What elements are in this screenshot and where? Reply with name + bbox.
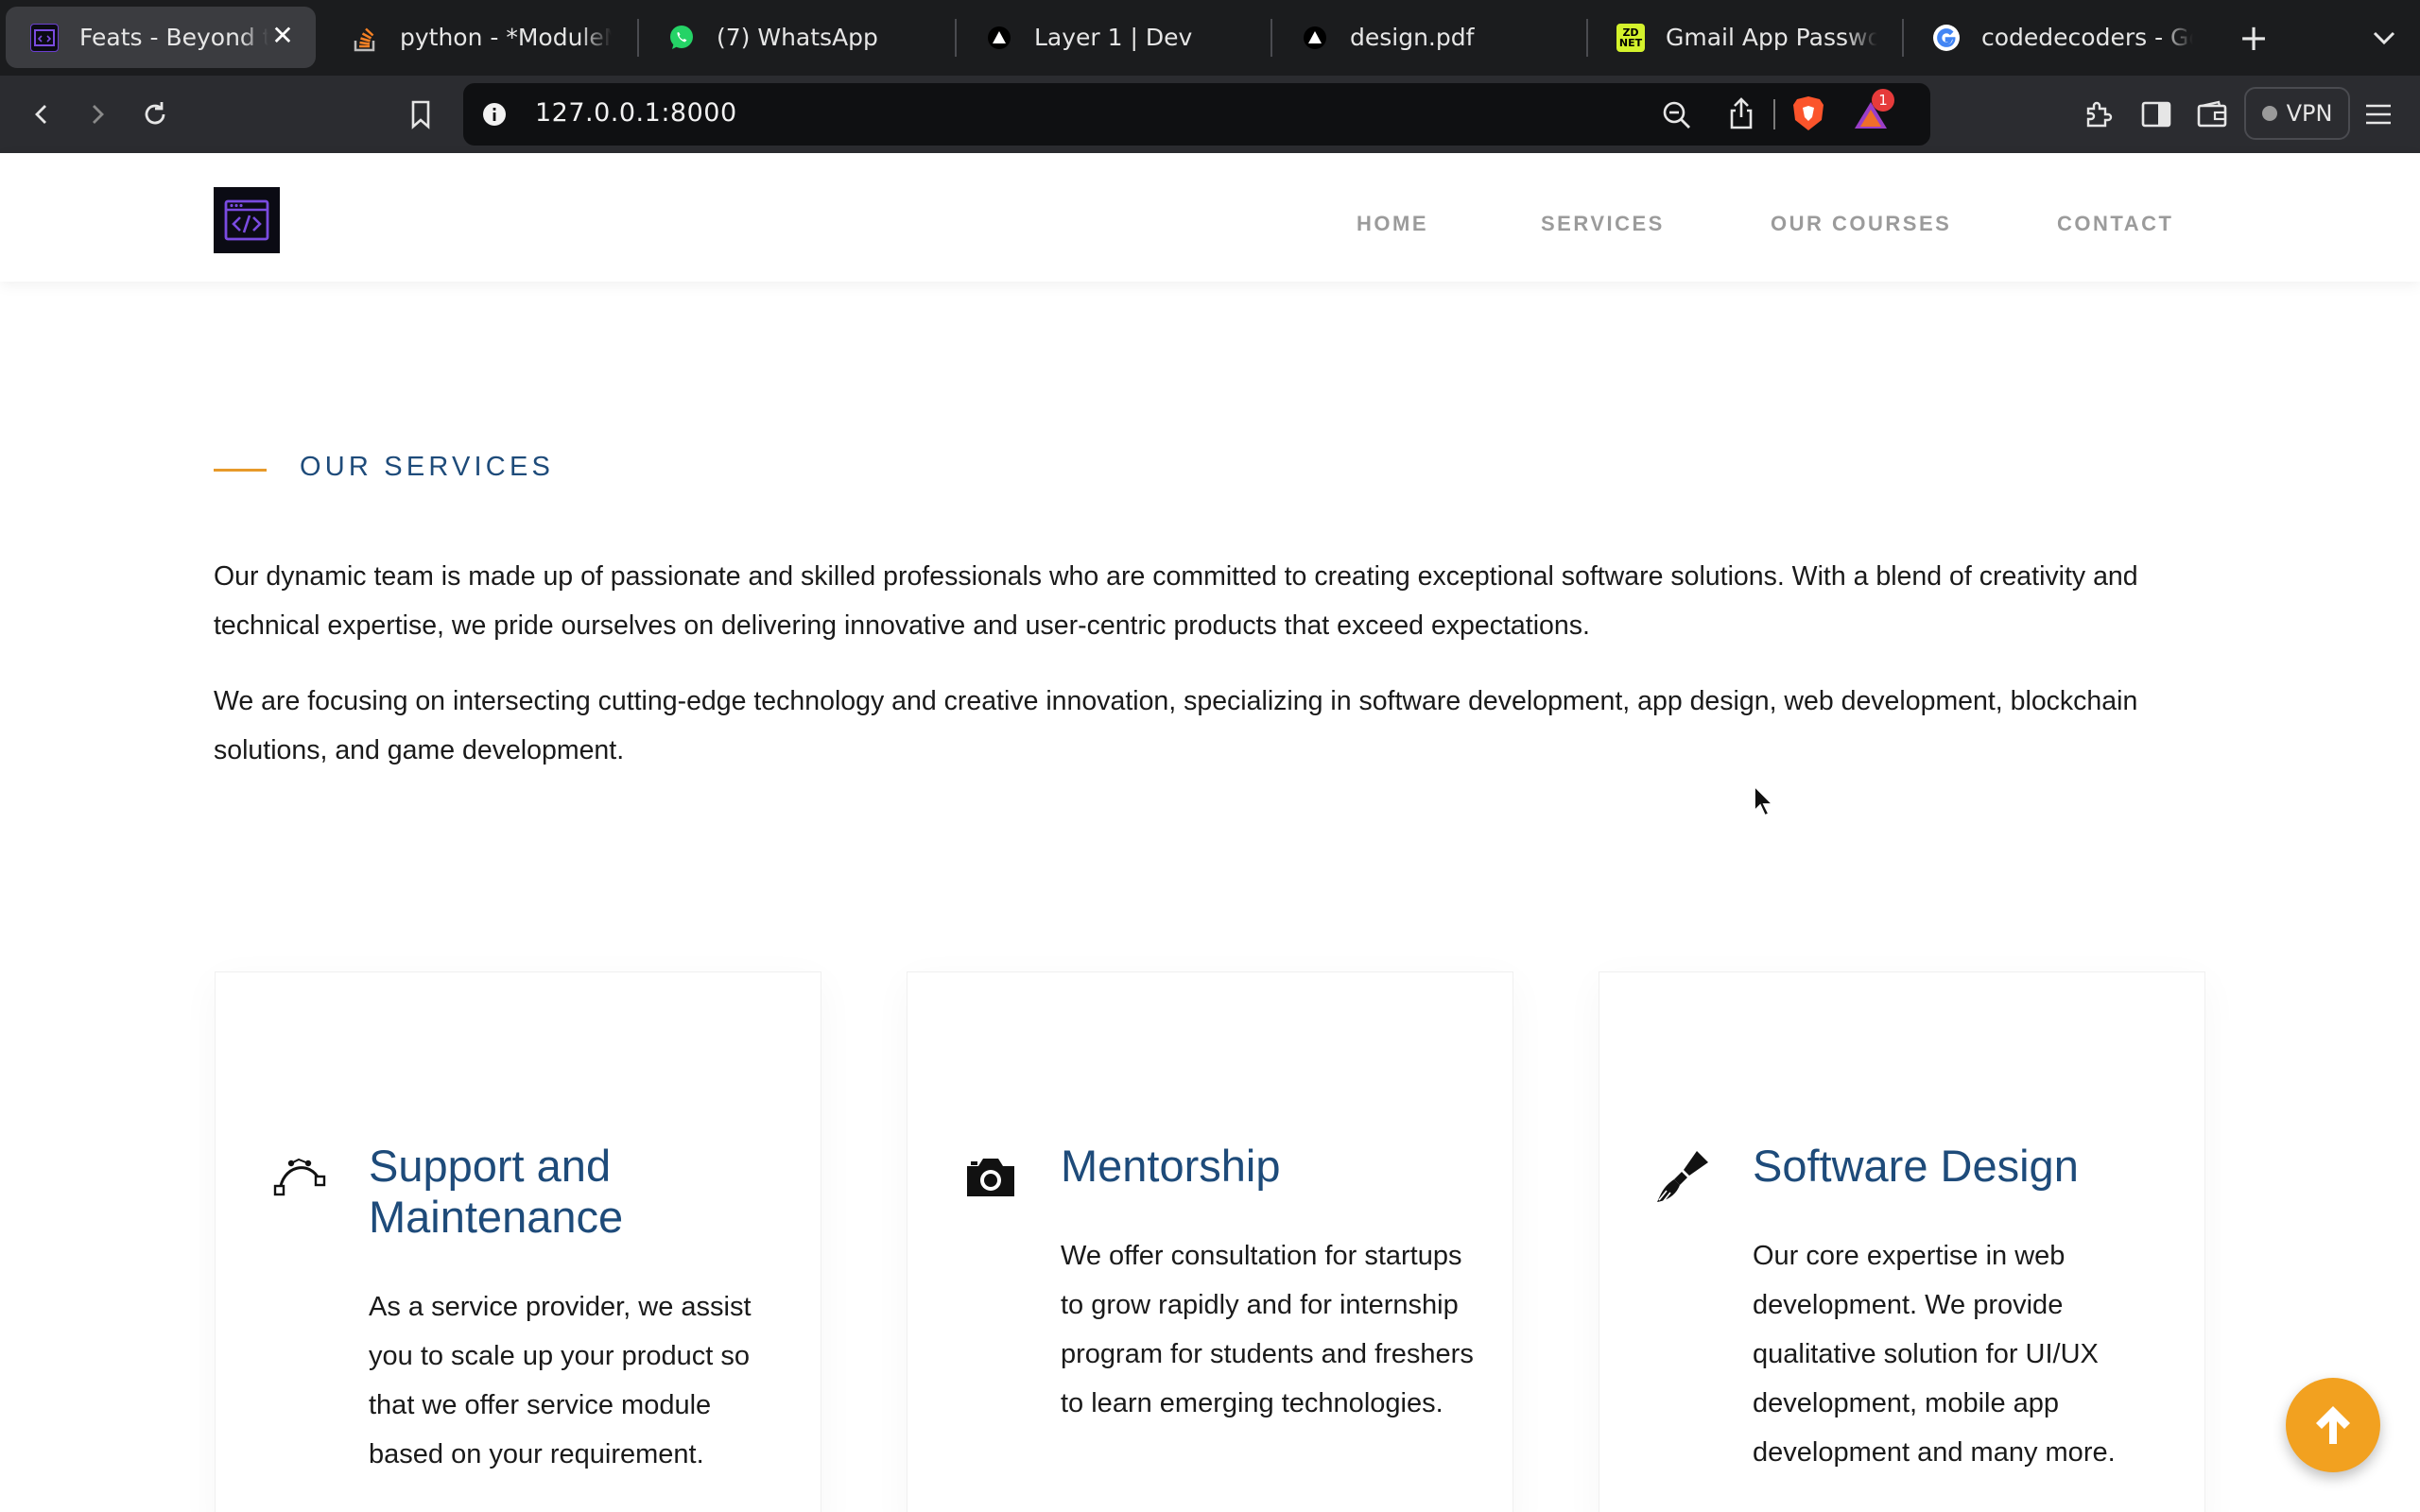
- section-accent-line: [214, 469, 267, 472]
- forward-button[interactable]: [75, 92, 120, 137]
- card-title: Support and Maintenance: [369, 1141, 624, 1242]
- browser-toolbar: 127.0.0.1:8000 1 VPN: [0, 76, 2420, 153]
- card-title: Mentorship: [1061, 1141, 1281, 1191]
- nav-home[interactable]: HOME: [1357, 212, 1428, 236]
- service-card-support: Support and Maintenance As a service pro…: [215, 971, 821, 1512]
- card-text: We offer consultation for startups to gr…: [1061, 1241, 1474, 1418]
- card-text: Our core expertise in web development. W…: [1753, 1241, 2116, 1468]
- notification-badge: 1: [1872, 89, 1894, 112]
- tab-separator: [1902, 19, 1904, 57]
- tab-title: python - *ModuleNotFoundError*: [400, 24, 612, 51]
- paintbrush-icon: [1652, 1146, 1713, 1207]
- nav-contact[interactable]: CONTACT: [2057, 212, 2173, 236]
- close-icon[interactable]: ✕: [268, 22, 297, 50]
- new-tab-button[interactable]: +: [2233, 17, 2274, 59]
- tab-title: Gmail App Passwords: [1666, 24, 1877, 51]
- tab-feats[interactable]: Feats - Beyond the Obvious ✕: [6, 7, 316, 68]
- chevron-down-icon[interactable]: [2363, 19, 2405, 57]
- scroll-to-top-button[interactable]: [2286, 1378, 2380, 1472]
- sidebar-toggle-icon[interactable]: [2134, 92, 2179, 137]
- vpn-button[interactable]: VPN: [2244, 87, 2350, 140]
- camera-icon: [960, 1146, 1021, 1207]
- vpn-status-icon: [2261, 106, 2277, 121]
- code-window-logo-icon: [224, 199, 269, 241]
- brave-rewards-icon[interactable]: 1: [1853, 89, 1894, 132]
- service-card-mentorship: Mentorship We offer consultation for sta…: [907, 971, 1513, 1512]
- site-logo[interactable]: [214, 187, 280, 253]
- brave-shields-icon[interactable]: [1790, 94, 1826, 132]
- divider: [1773, 99, 1775, 129]
- intro-paragraph: Our dynamic team is made up of passionat…: [214, 561, 2138, 641]
- tab-separator: [1270, 19, 1272, 57]
- tab-google-search[interactable]: codedecoders - Google: [1908, 7, 2218, 68]
- tab-title: (7) WhatsApp: [717, 24, 878, 51]
- zoom-out-icon[interactable]: [1660, 98, 1694, 132]
- nav-our-courses[interactable]: OUR COURSES: [1771, 212, 1951, 236]
- card-text: As a service provider, we assist you to …: [369, 1292, 752, 1469]
- mouse-cursor-icon: [1753, 783, 1775, 818]
- site-info-icon[interactable]: [482, 102, 507, 127]
- bookmark-icon[interactable]: [398, 92, 443, 137]
- browser-tab-bar: Feats - Beyond the Obvious ✕ python - *M…: [0, 0, 2420, 76]
- zdnet-icon: ZD NET: [1616, 23, 1645, 52]
- focus-paragraph: We are focusing on intersecting cutting-…: [214, 686, 2138, 765]
- site-header: HOME SERVICES OUR COURSES CONTACT: [0, 153, 2420, 282]
- nav-services[interactable]: SERVICES: [1541, 212, 1665, 236]
- vercel-triangle-icon: [1301, 24, 1329, 52]
- bezier-curve-icon: [268, 1146, 329, 1207]
- menu-icon[interactable]: [2356, 92, 2401, 137]
- tab-title: Layer 1 | Dev: [1034, 24, 1193, 51]
- google-icon: [1932, 24, 1961, 52]
- tab-design-pdf[interactable]: design.pdf: [1276, 7, 1586, 68]
- card-title: Software Design: [1753, 1141, 2079, 1191]
- tab-gmail-app-passwords[interactable]: ZDNET Gmail App Passwords: [1592, 7, 1902, 68]
- vercel-triangle-icon: [985, 24, 1013, 52]
- section-heading: OUR SERVICES: [300, 452, 555, 482]
- url-text: 127.0.0.1:8000: [535, 98, 737, 128]
- service-card-software-design: Software Design Our core expertise in we…: [1599, 971, 2205, 1512]
- reload-button[interactable]: [132, 92, 178, 137]
- back-button[interactable]: [19, 92, 64, 137]
- extensions-icon[interactable]: [2076, 92, 2121, 137]
- code-window-favicon-icon: [30, 23, 59, 52]
- address-bar[interactable]: 127.0.0.1:8000 1: [463, 83, 1930, 146]
- tab-separator: [1586, 19, 1588, 57]
- share-icon[interactable]: [1726, 96, 1756, 130]
- tab-stackoverflow[interactable]: python - *ModuleNotFoundError*: [326, 7, 636, 68]
- tab-separator: [637, 19, 639, 57]
- whatsapp-icon: [667, 24, 696, 52]
- tab-title: design.pdf: [1350, 24, 1475, 51]
- vpn-label: VPN: [2286, 100, 2333, 127]
- tab-whatsapp[interactable]: (7) WhatsApp: [643, 7, 953, 68]
- tab-title: codedecoders - Google: [1981, 24, 2193, 51]
- tab-layer1[interactable]: Layer 1 | Dev: [960, 7, 1270, 68]
- tab-title: Feats - Beyond the Obvious: [79, 24, 268, 51]
- stackoverflow-icon: [351, 24, 379, 52]
- wallet-icon[interactable]: [2189, 92, 2235, 137]
- arrow-up-icon: [2316, 1406, 2350, 1444]
- tab-separator: [955, 19, 957, 57]
